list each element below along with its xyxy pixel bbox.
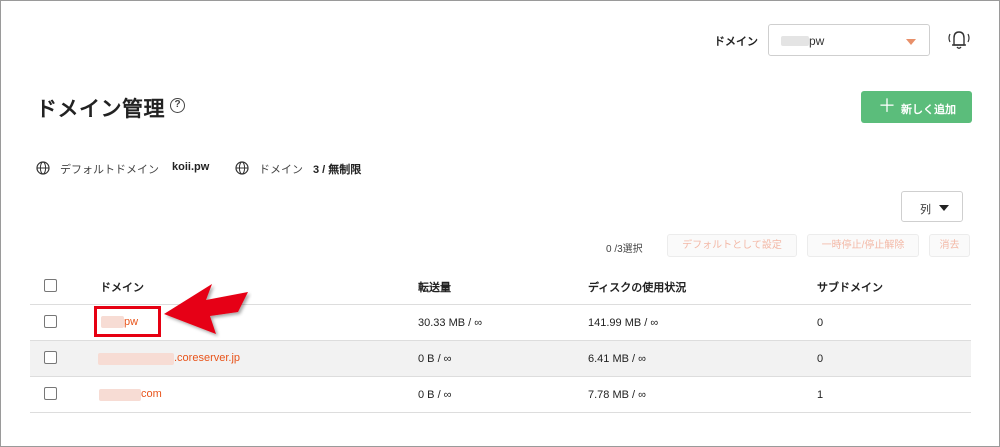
transfer-cell: 0 B / ∞ xyxy=(418,389,452,401)
transfer-cell: 0 B / ∞ xyxy=(418,353,452,365)
suspend-button[interactable]: 一時停止/停止解除 xyxy=(807,234,919,257)
column-header-subdomains[interactable]: サブドメイン xyxy=(817,279,883,295)
pointer-arrow-icon xyxy=(164,284,248,334)
column-header-disk[interactable]: ディスクの使用状況 xyxy=(588,279,686,295)
globe-icon xyxy=(36,161,50,175)
add-domain-button[interactable]: ＋ 新しく追加 xyxy=(861,91,972,123)
domain-count-label: ドメイン xyxy=(259,164,303,176)
column-header-transfer[interactable]: 転送量 xyxy=(418,279,451,295)
delete-button[interactable]: 消去 xyxy=(929,234,970,257)
select-all-checkbox[interactable] xyxy=(44,279,57,292)
columns-button[interactable]: 列 xyxy=(901,191,963,222)
add-domain-label: 新しく追加 xyxy=(901,104,956,116)
divider xyxy=(30,376,971,377)
caret-down-icon xyxy=(939,205,949,211)
domain-count-value: 3 / 無制限 xyxy=(313,164,362,176)
redacted-text xyxy=(781,36,809,46)
help-icon[interactable]: ? xyxy=(170,98,185,113)
plus-icon: ＋ xyxy=(878,96,896,116)
screenshot-frame xyxy=(0,0,1000,447)
domain-select-value: pw xyxy=(809,34,825,48)
disk-cell: 6.41 MB / ∞ xyxy=(588,353,646,365)
default-domain-label: デフォルトドメイン xyxy=(60,164,159,176)
redacted-text xyxy=(99,389,141,401)
highlight-box xyxy=(94,306,161,337)
disk-cell: 141.99 MB / ∞ xyxy=(588,317,659,329)
default-domain-value: koii.pw xyxy=(172,161,210,173)
column-header-domain[interactable]: ドメイン xyxy=(100,279,144,295)
chevron-down-icon xyxy=(906,39,916,45)
divider xyxy=(30,412,971,413)
columns-label: 列 xyxy=(920,204,931,216)
redacted-text xyxy=(98,353,174,365)
page-title: ドメイン管理 xyxy=(36,98,165,121)
globe-icon xyxy=(235,161,249,175)
domain-select-label: ドメイン xyxy=(714,36,758,48)
domain-link[interactable]: .coreserver.jp xyxy=(174,352,240,364)
transfer-cell: 30.33 MB / ∞ xyxy=(418,317,483,329)
row-checkbox[interactable] xyxy=(44,315,57,328)
domain-link[interactable]: com xyxy=(141,388,162,400)
domain-select[interactable]: pw xyxy=(768,24,930,56)
selection-count: 0 /3選択 xyxy=(606,244,643,255)
subdomain-cell: 0 xyxy=(817,317,824,329)
subdomain-cell: 1 xyxy=(817,389,824,401)
set-default-button[interactable]: デフォルトとして設定 xyxy=(667,234,797,257)
subdomain-cell: 0 xyxy=(817,353,824,365)
row-checkbox[interactable] xyxy=(44,351,57,364)
row-checkbox[interactable] xyxy=(44,387,57,400)
bell-icon[interactable] xyxy=(946,28,972,52)
disk-cell: 7.78 MB / ∞ xyxy=(588,389,646,401)
